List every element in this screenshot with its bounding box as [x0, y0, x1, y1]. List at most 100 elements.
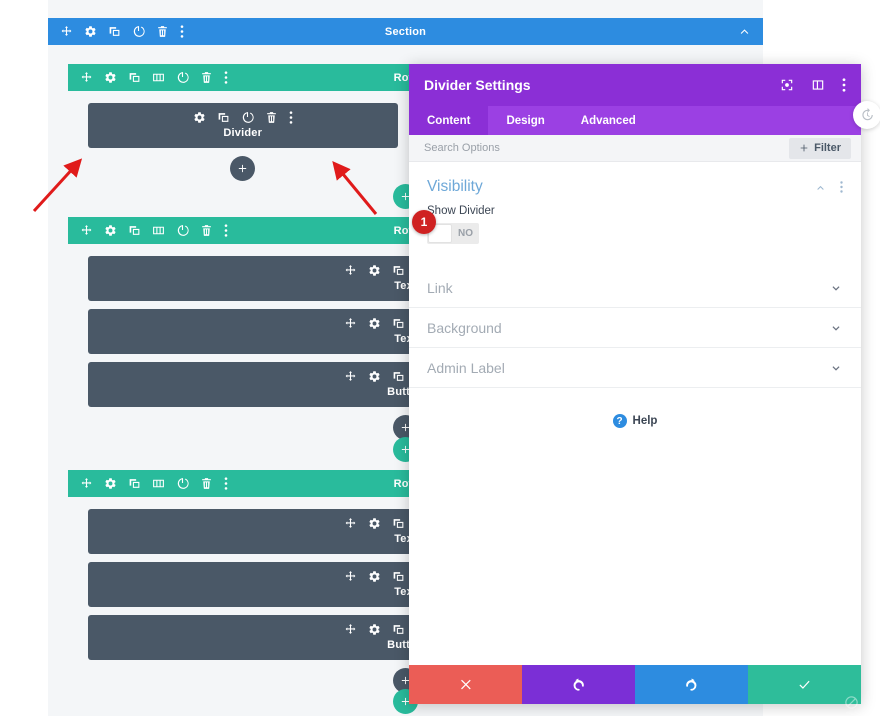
more-dots-icon[interactable]: [180, 25, 184, 38]
trash-icon[interactable]: [265, 111, 278, 124]
add-module-button[interactable]: [230, 156, 256, 181]
undo-button[interactable]: [522, 665, 635, 704]
trash-icon[interactable]: [200, 477, 213, 490]
cancel-button[interactable]: [409, 665, 522, 704]
gear-icon[interactable]: [104, 224, 117, 237]
more-dots-icon[interactable]: [224, 477, 228, 490]
gear-icon[interactable]: [84, 25, 97, 38]
redo-icon: [686, 678, 697, 691]
duplicate-icon[interactable]: [392, 623, 405, 636]
duplicate-icon[interactable]: [392, 570, 405, 583]
tab-content[interactable]: Content: [409, 106, 489, 135]
move-icon[interactable]: [344, 570, 357, 583]
chevron-up-icon[interactable]: [814, 181, 827, 194]
history-circle-button[interactable]: [853, 101, 880, 129]
history-icon: [862, 108, 873, 121]
section-collapse-button[interactable]: [738, 25, 751, 38]
chevron-down-icon[interactable]: [829, 281, 843, 295]
more-dots-icon[interactable]: [224, 71, 228, 84]
modal-title: Divider Settings: [424, 77, 531, 93]
filter-label: Filter: [814, 142, 841, 154]
more-dots-icon[interactable]: [289, 111, 293, 124]
duplicate-icon[interactable]: [392, 517, 405, 530]
duplicate-icon[interactable]: [128, 71, 141, 84]
gear-icon[interactable]: [193, 111, 206, 124]
modal-body: Visibility Show Divider NO Link Backgrou…: [409, 162, 861, 665]
duplicate-icon[interactable]: [108, 25, 121, 38]
modal-header: Divider Settings: [409, 64, 861, 106]
help-button[interactable]: ? Help: [409, 414, 861, 428]
section-toolbar[interactable]: Section: [48, 18, 763, 45]
row-toolbar-icons: [80, 224, 228, 237]
duplicate-icon[interactable]: [128, 224, 141, 237]
close-icon: [461, 679, 471, 690]
section-toolbar-icons: [60, 25, 184, 38]
gear-icon[interactable]: [368, 623, 381, 636]
duplicate-icon[interactable]: [392, 317, 405, 330]
plus-icon: [239, 164, 247, 173]
power-icon[interactable]: [176, 224, 189, 237]
move-icon[interactable]: [344, 370, 357, 383]
duplicate-icon[interactable]: [392, 264, 405, 277]
toggle-value: NO: [458, 228, 473, 239]
filter-button[interactable]: Filter: [789, 137, 851, 159]
duplicate-icon[interactable]: [392, 370, 405, 383]
modal-footer: [409, 665, 861, 704]
help-label: Help: [632, 415, 658, 427]
gear-icon[interactable]: [104, 71, 117, 84]
section-block: Section: [48, 18, 763, 45]
power-icon[interactable]: [176, 477, 189, 490]
trash-icon[interactable]: [156, 25, 169, 38]
accordion-label: Link: [427, 279, 453, 296]
power-icon[interactable]: [132, 25, 145, 38]
accordion-label: Background: [427, 319, 502, 336]
duplicate-icon[interactable]: [128, 477, 141, 490]
duplicate-icon[interactable]: [217, 111, 230, 124]
trash-icon[interactable]: [200, 224, 213, 237]
columns-icon[interactable]: [152, 224, 165, 237]
focus-view-icon[interactable]: [780, 78, 794, 92]
move-icon[interactable]: [60, 25, 73, 38]
columns-icon[interactable]: [152, 477, 165, 490]
more-dots-icon[interactable]: [224, 224, 228, 237]
gear-icon[interactable]: [368, 264, 381, 277]
visibility-title: Visibility: [427, 178, 483, 195]
module-divider-1[interactable]: Divider: [88, 103, 398, 148]
move-icon[interactable]: [344, 317, 357, 330]
move-icon[interactable]: [80, 477, 93, 490]
power-icon[interactable]: [241, 111, 254, 124]
trash-icon[interactable]: [200, 71, 213, 84]
move-icon[interactable]: [80, 71, 93, 84]
divider-settings-modal: Divider Settings Content Design Advanced…: [409, 64, 861, 704]
columns-icon[interactable]: [152, 71, 165, 84]
gear-icon[interactable]: [368, 517, 381, 530]
move-icon[interactable]: [80, 224, 93, 237]
tab-advanced[interactable]: Advanced: [563, 106, 654, 135]
redo-button[interactable]: [635, 665, 748, 704]
step-badge-1: 1: [412, 210, 436, 234]
gear-icon[interactable]: [368, 570, 381, 583]
gear-icon[interactable]: [368, 317, 381, 330]
accordion-link[interactable]: Link: [409, 268, 861, 308]
module-label: Divider: [223, 127, 263, 139]
move-icon[interactable]: [344, 517, 357, 530]
accordion-background[interactable]: Background: [409, 308, 861, 348]
power-icon[interactable]: [176, 71, 189, 84]
more-dots-icon[interactable]: [842, 78, 846, 92]
move-icon[interactable]: [344, 623, 357, 636]
tab-design[interactable]: Design: [488, 106, 562, 135]
chevron-down-icon[interactable]: [829, 321, 843, 335]
gear-icon[interactable]: [368, 370, 381, 383]
gear-icon[interactable]: [104, 477, 117, 490]
layout-view-icon[interactable]: [811, 78, 825, 92]
move-icon[interactable]: [344, 264, 357, 277]
more-dots-icon[interactable]: [840, 181, 843, 193]
row-toolbar-icons: [80, 477, 228, 490]
question-icon: ?: [612, 414, 627, 428]
chevron-up-icon[interactable]: [738, 25, 751, 38]
no-entry-icon: [844, 695, 858, 709]
chevron-down-icon[interactable]: [829, 361, 843, 375]
search-input[interactable]: Search Options: [424, 142, 500, 154]
accordion-admin-label[interactable]: Admin Label: [409, 348, 861, 388]
check-icon: [799, 680, 810, 689]
